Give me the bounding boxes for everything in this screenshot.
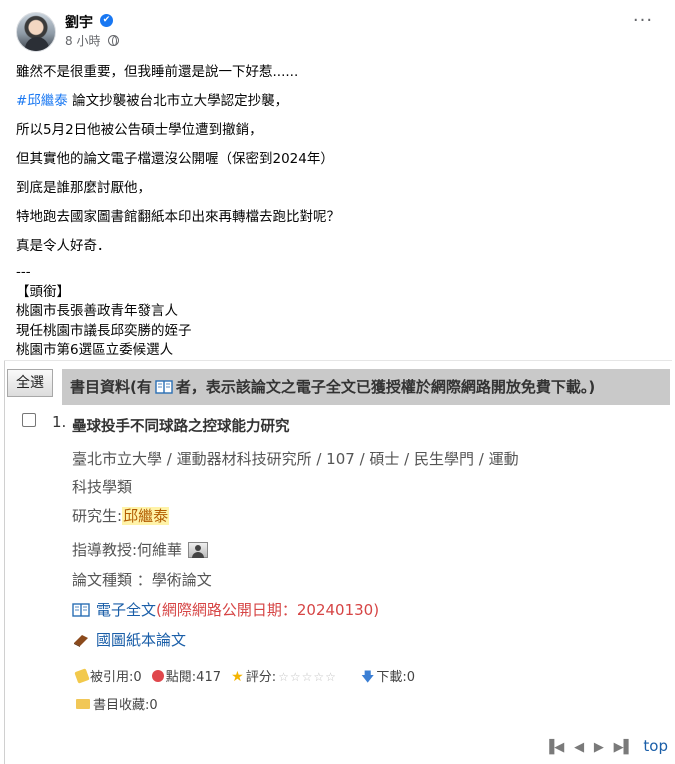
back-to-top-link[interactable]: top	[643, 737, 668, 755]
advisor-row: 指導教授:何維華	[72, 539, 209, 560]
post-line: 到底是誰那麼討厭他，	[16, 180, 151, 196]
next-page-icon[interactable]: ▶	[594, 740, 604, 755]
post-line: 所以5月2日他被公告碩士學位遭到撤銷，	[16, 122, 263, 138]
catalog-header-bar: 書目資料(有 者，表示該論文之電子全文已獲授權於網際網路開放免費下載。)	[62, 369, 670, 405]
item-number: 1.	[52, 413, 67, 431]
citation-icon	[74, 668, 90, 684]
cited-count: 被引用:0	[90, 670, 142, 685]
advisor-text[interactable]: 指導教授:何維華	[72, 541, 182, 559]
globe-icon	[108, 35, 120, 46]
more-options-button[interactable]: ···	[630, 12, 656, 34]
item-checkbox[interactable]	[22, 413, 36, 427]
post-line-text: 論文抄襲被台北市立大學認定抄襲，	[72, 93, 289, 109]
bookmark-stats: 書目收藏:0	[76, 694, 158, 713]
thesis-department: 臺北市立大學 / 運動器材科技研究所 / 107 / 碩士 / 民生學門 / 運…	[72, 450, 519, 496]
title-line: 現任桃園市議長邱奕勝的姪子	[16, 322, 192, 339]
post-line: 但其實他的論文電子檔還沒公開喔（保密到2024年）	[16, 151, 334, 167]
first-page-icon[interactable]: ▐◀	[544, 740, 564, 755]
post-body: 雖然不是很重要，但我睡前還是說一下好惹...... #邱繼泰 論文抄襲被台北市立…	[16, 58, 656, 261]
image-border	[4, 361, 5, 764]
star-icon: ★	[231, 669, 244, 685]
rating-stars[interactable]: ☆☆☆☆☆	[278, 670, 337, 684]
post-line: 特地跑去國家圖書館翻紙本印出來再轉檔去跑比對呢？	[16, 209, 340, 225]
post-header: 劉宇 ✔ 8 小時 ···	[16, 12, 666, 52]
thesis-type: 論文種類 ：學術論文	[72, 571, 212, 589]
pagination: ▐◀ ◀ ▶ ▶▌ top	[544, 737, 668, 755]
folder-icon	[76, 699, 90, 709]
student-name-link[interactable]: 邱繼泰	[122, 507, 170, 525]
student-row: 研究生:邱繼泰	[72, 505, 170, 526]
author-avatar[interactable]	[16, 12, 56, 52]
title-line: 桃園市長張善政青年發言人	[16, 303, 178, 319]
verified-badge-icon: ✔	[100, 14, 113, 27]
ebook-release-date: (網際網路公開日期：20240130)	[156, 601, 380, 619]
post-time[interactable]: 8 小時	[65, 34, 100, 48]
ebook-link[interactable]: 電子全文	[96, 601, 156, 619]
download-arrow-icon: 🡇	[361, 670, 375, 685]
separator-text: ---	[16, 264, 31, 280]
person-profile-icon[interactable]	[188, 542, 209, 558]
rating-label: 評分:	[245, 670, 277, 685]
author-name[interactable]: 劉宇	[65, 12, 93, 32]
student-label: 研究生:	[72, 507, 123, 525]
views-icon	[151, 670, 164, 682]
titles-heading: 【頭銜】	[16, 283, 70, 300]
bookmark-count: 書目收藏:0	[93, 698, 158, 713]
post-line: 雖然不是很重要，但我睡前還是說一下好惹......	[16, 64, 299, 80]
thesis-stats: 被引用:0 點閱:417 ★ 評分: ☆☆☆☆☆ 🡇 下載:0	[74, 666, 417, 690]
thesis-title-link[interactable]: 壘球投手不同球路之控球能力研究	[72, 415, 290, 436]
print-thesis-link[interactable]: 國圖紙本論文	[96, 631, 186, 649]
last-page-icon[interactable]: ▶▌	[614, 740, 634, 755]
post-line: #邱繼泰 論文抄襲被台北市立大學認定抄襲，	[16, 87, 656, 116]
view-count: 點閱:417	[165, 670, 221, 685]
header-suffix: 者，表示該論文之電子全文已獲授權於網際網路開放免費下載。)	[175, 378, 596, 396]
post-line: 真是令人好奇．	[16, 238, 111, 254]
ebook-row: 電子全文(網際網路公開日期：20240130)	[72, 599, 379, 620]
paper-row: 國圖紙本論文	[72, 629, 186, 650]
attached-image[interactable]: 全選 書目資料(有 者，表示該論文之電子全文已獲授權於網際網路開放免費下載。) 1…	[4, 360, 672, 764]
select-all-button[interactable]: 全選	[7, 369, 53, 397]
open-book-icon	[155, 380, 173, 394]
prev-page-icon[interactable]: ◀	[574, 740, 584, 755]
post-titles-block: --- 【頭銜】 桃園市長張善政青年發言人 現任桃園市議長邱奕勝的姪子 桃園市第…	[16, 263, 656, 361]
download-count: 下載:0	[376, 670, 416, 685]
hashtag-link[interactable]: #邱繼泰	[16, 93, 68, 109]
title-line: 桃園市第6選區立委候選人	[16, 342, 174, 358]
post-timestamp[interactable]: 8 小時	[65, 32, 120, 49]
closed-book-icon	[74, 635, 88, 647]
header-prefix: 書目資料(有	[70, 378, 152, 396]
open-book-icon	[72, 603, 90, 617]
